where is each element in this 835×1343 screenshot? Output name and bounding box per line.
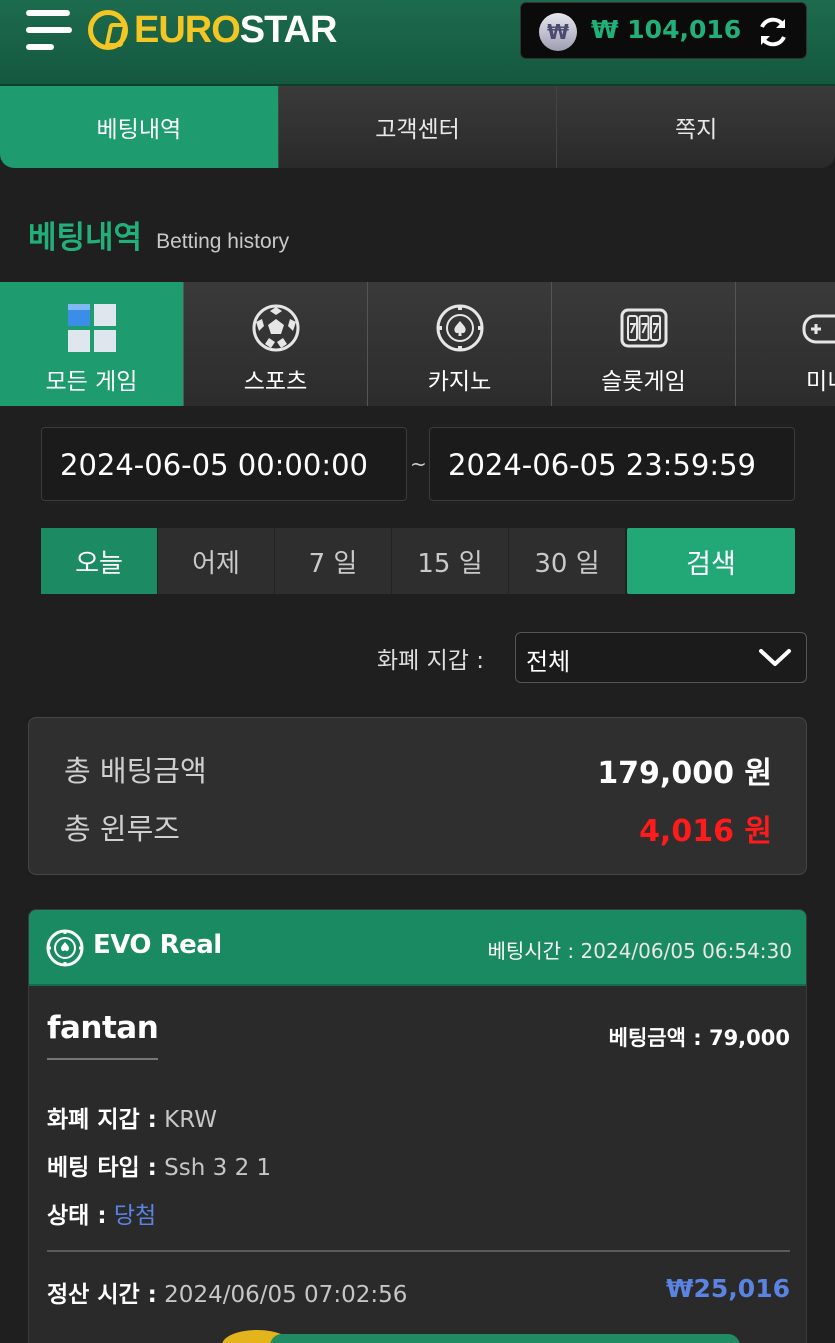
settle-time-value: 2024/06/05 07:02:56 [164,1282,408,1308]
tab-customer-center[interactable]: 고객센터 [278,86,558,168]
total-bet-label: 총 배팅금액 [64,754,207,788]
summary-panel: 총 배팅금액 179,000 원 총 윈루즈 4,016 원 [28,717,807,875]
all-games-icon [67,304,116,352]
bet-type-label: 베팅 타입 : [47,1155,157,1181]
total-winloss-label: 총 윈루즈 [64,812,180,846]
period-yesterday-button[interactable]: 어제 [158,528,275,594]
bet-time-label: 베팅시간 : [487,939,575,963]
page-title-en: Betting history [156,230,290,253]
casino-chip-icon [46,929,84,967]
main-tabs: 베팅내역 고객센터 쪽지 [0,86,835,168]
category-sports[interactable]: 스포츠 [184,282,368,406]
bet-amount: 베팅금액 : 79,000 [609,1022,790,1052]
category-label: 모든 게임 [45,369,138,395]
wallet-amount: ₩ 104,016 [591,15,742,44]
period-15days-button[interactable]: 15 일 [392,528,509,594]
currency-row: 화폐 지갑 : KRW [47,1100,217,1134]
period-30days-button[interactable]: 30 일 [509,528,626,594]
provider-name: EVO Real [93,930,222,960]
bet-type-row: 베팅 타입 : Ssh 3 2 1 [47,1148,271,1182]
top-header: EURO STAR ₩ ₩ 104,016 [0,0,835,86]
category-casino[interactable]: 카지노 [368,282,552,406]
period-7days-button[interactable]: 7 일 [275,528,392,594]
bet-time: 베팅시간 : 2024/06/05 06:54:30 [487,935,792,964]
settle-time-row: 정산 시간 : 2024/06/05 07:02:56 [47,1275,407,1309]
logo[interactable]: EURO STAR [88,8,338,51]
search-button[interactable]: 검색 [627,528,795,594]
period-buttons: 오늘 어제 7 일 15 일 30 일 [41,528,626,594]
logo-text-suffix: STAR [239,8,338,51]
currency-value: KRW [164,1107,218,1133]
bet-time-value: 2024/06/05 06:54:30 [580,939,792,963]
casino-chip-icon [436,304,483,352]
refresh-icon[interactable] [756,15,790,49]
payout-amount: ₩25,016 [665,1274,790,1303]
currency-label: 화폐 지갑 : [47,1107,157,1133]
date-range-separator: ~ [410,452,427,476]
end-date-input[interactable]: 2024-06-05 23:59:59 [429,427,795,501]
bottom-floating-bar[interactable] [270,1334,740,1343]
currency-select[interactable]: 전체 [515,632,807,683]
status-label: 상태 : [47,1203,107,1229]
category-label: 카지노 [427,369,492,395]
game-category-tabs: 모든 게임 스포츠 카지노 슬롯게임 미 [0,282,835,406]
hamburger-menu-icon[interactable] [26,10,74,54]
wallet-balance: ₩ ₩ 104,016 [520,2,807,59]
category-slots[interactable]: 슬롯게임 [552,282,736,406]
slot-machine-icon [620,308,667,348]
total-winloss-value: 4,016 원 [639,814,772,849]
category-label: 스포츠 [243,369,308,395]
bet-amount-value: 79,000 [708,1026,790,1050]
page-title-ko: 베팅내역 [28,220,143,256]
gamepad-icon [802,314,835,344]
category-label: 슬롯게임 [601,369,686,395]
currency-filter-label: 화폐 지갑 : [377,648,485,674]
game-name: fantan [47,1010,159,1060]
category-mini-games[interactable]: 미니 [736,282,835,406]
settle-time-label: 정산 시간 : [47,1282,157,1308]
bet-card-header: EVO Real 베팅시간 : 2024/06/05 06:54:30 [29,910,806,986]
bet-amount-label: 베팅금액 : [608,1026,702,1050]
logo-mark-icon [88,10,128,50]
start-date-input[interactable]: 2024-06-05 00:00:00 [41,427,407,501]
won-coin-icon: ₩ [539,13,577,51]
card-divider [47,1250,790,1252]
bet-type-value: Ssh 3 2 1 [164,1155,272,1181]
logo-text-prefix: EURO [134,8,241,51]
soccer-ball-icon [252,304,299,352]
status-row: 상태 : 당첨 [47,1196,156,1230]
chevron-down-icon [759,649,791,666]
category-all-games[interactable]: 모든 게임 [0,282,184,406]
tab-betting-history[interactable]: 베팅내역 [0,86,279,168]
tab-messages[interactable]: 쪽지 [557,86,835,168]
app-root: { "header": { "logo_prefix": "EURO", "lo… [0,0,835,1343]
currency-select-value: 전체 [526,648,571,676]
period-today-button[interactable]: 오늘 [41,528,158,594]
category-label: 미니 [806,369,835,395]
total-bet-value: 179,000 원 [597,756,772,791]
bet-record-card: EVO Real 베팅시간 : 2024/06/05 06:54:30 fant… [28,909,807,1343]
status-badge: 당첨 [113,1203,157,1229]
page-title: 베팅내역 Betting history [28,212,289,257]
